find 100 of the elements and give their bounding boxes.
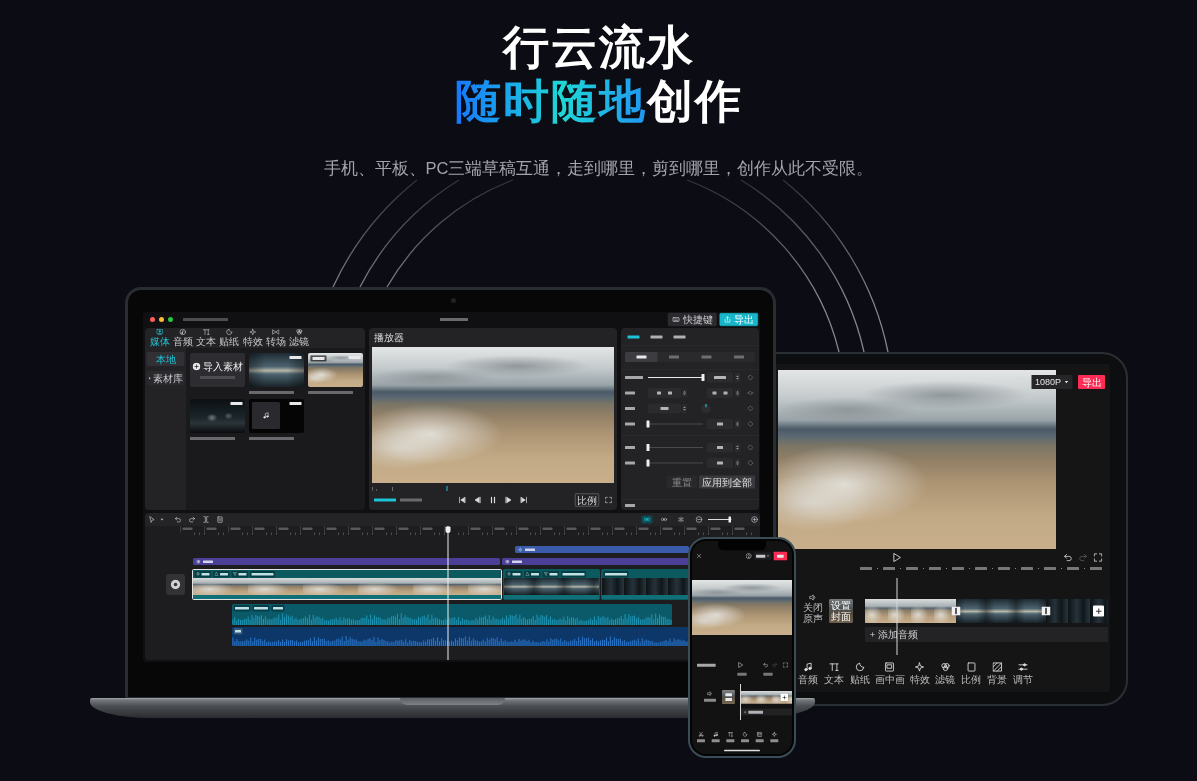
toolbar-button[interactable]: 特效 xyxy=(908,662,931,685)
blurred-text xyxy=(625,375,643,379)
added-badge xyxy=(310,355,327,362)
cover-button[interactable]: 设置封面 xyxy=(829,599,853,623)
audio-clip[interactable] xyxy=(232,604,672,625)
tagline: 手机、平板、PC三端草稿互通，走到哪里，剪到哪里，创作从此不受限。 xyxy=(323,158,874,178)
sidebar-item[interactable]: 素材库 xyxy=(146,371,185,385)
caret-down-icon xyxy=(766,554,770,558)
video-thumbnail-strip xyxy=(741,691,792,704)
action-button[interactable]: 应用到全部 xyxy=(699,475,755,489)
video-clip[interactable] xyxy=(503,569,600,600)
import-button[interactable]: 导入素材 xyxy=(190,353,245,387)
stepper-icon[interactable] xyxy=(735,372,740,382)
value-field[interactable] xyxy=(648,387,681,398)
zoom-handle[interactable] xyxy=(728,516,731,523)
clip-tag xyxy=(233,627,243,635)
stepper-icon[interactable] xyxy=(682,403,687,413)
rotation-dial-icon[interactable] xyxy=(701,403,711,414)
filter-clip[interactable] xyxy=(502,558,689,565)
blurred-text xyxy=(374,498,396,502)
toggle-button[interactable] xyxy=(641,515,653,524)
toolbar-button[interactable]: 文本 xyxy=(822,662,845,685)
video-thumbnail[interactable] xyxy=(190,399,245,433)
resolution-dropdown[interactable] xyxy=(754,552,771,560)
toolbar-button[interactable]: 背景 xyxy=(986,662,1009,685)
blurred-text xyxy=(625,445,635,449)
panel-title: 播放器 xyxy=(374,331,404,343)
slider-handle[interactable] xyxy=(701,373,705,381)
sidebar-item[interactable]: 本地 xyxy=(146,352,185,366)
toolbar-button[interactable]: 调节 xyxy=(1012,662,1035,685)
blurred-text xyxy=(183,318,228,321)
stepper-icon[interactable] xyxy=(735,458,740,468)
minimize-dot-icon[interactable] xyxy=(159,317,164,322)
toolbar-button[interactable]: 画中画 xyxy=(874,662,905,685)
stepper-icon[interactable] xyxy=(735,388,740,398)
slider-handle[interactable] xyxy=(646,420,650,428)
clip-tag xyxy=(561,570,586,578)
blurred-text xyxy=(704,698,716,702)
slider-handle[interactable] xyxy=(646,459,650,467)
video-thumbnail[interactable] xyxy=(308,353,363,387)
toolbar-button[interactable]: 比例 xyxy=(960,662,983,685)
toolbar-button[interactable]: 滤镜 xyxy=(934,662,957,685)
transition-icon[interactable] xyxy=(951,606,961,616)
value-field[interactable] xyxy=(707,457,733,468)
media-tab[interactable]: 贴纸 xyxy=(217,328,241,348)
plus-circle-icon xyxy=(192,362,201,371)
add-clip-button[interactable] xyxy=(780,693,788,701)
webcam-icon xyxy=(451,298,456,303)
media-tab[interactable]: 特效 xyxy=(241,328,265,348)
resolution-dropdown[interactable]: 1080P xyxy=(1031,375,1073,389)
effect-clip[interactable] xyxy=(515,546,689,553)
slider-handle[interactable] xyxy=(646,443,650,451)
value-field[interactable] xyxy=(707,387,733,398)
toolbar-button[interactable]: 贴纸 xyxy=(848,662,871,685)
time-ruler xyxy=(737,671,773,677)
home-indicator xyxy=(724,749,760,752)
blurred-text xyxy=(249,437,294,440)
value-field[interactable] xyxy=(707,418,733,429)
caret-right-icon xyxy=(148,376,152,380)
shortcut-button[interactable]: 快捷键 xyxy=(668,313,717,326)
value-field[interactable] xyxy=(648,403,681,414)
media-tab[interactable]: 文本 xyxy=(194,328,218,348)
blurred-text xyxy=(625,391,635,395)
video-clip[interactable] xyxy=(601,569,689,600)
export-button[interactable] xyxy=(773,551,787,561)
blurred-text xyxy=(625,406,635,410)
stepper-icon[interactable] xyxy=(682,388,687,398)
blurred-text xyxy=(440,318,468,321)
blurred-text xyxy=(190,437,235,440)
blurred-text xyxy=(249,391,294,394)
close-dot-icon[interactable] xyxy=(150,317,155,322)
add-audio-button[interactable] xyxy=(741,708,792,716)
toolbar-button[interactable]: 音频 xyxy=(797,662,819,685)
stepper-icon[interactable] xyxy=(735,442,740,452)
add-audio-button[interactable]: 添加音频 xyxy=(865,627,1108,642)
blurred-text xyxy=(625,422,635,426)
media-tab[interactable]: 转场 xyxy=(264,328,288,348)
blurred-text xyxy=(308,391,353,394)
add-clip-button[interactable] xyxy=(1093,605,1104,617)
cover-button[interactable] xyxy=(722,690,735,704)
phone-notch xyxy=(718,541,766,551)
audio-clip[interactable] xyxy=(232,627,689,646)
segment-tab[interactable] xyxy=(625,352,658,362)
value-field[interactable] xyxy=(707,372,733,383)
transition-icon[interactable] xyxy=(1041,606,1051,616)
cover-button[interactable] xyxy=(166,574,185,595)
export-button[interactable]: 导出 xyxy=(1078,375,1105,389)
clip-tag xyxy=(250,570,275,578)
audio-thumbnail[interactable] xyxy=(249,399,304,433)
mute-button[interactable]: 关闭原声 xyxy=(802,594,824,624)
media-tab[interactable]: 媒体 xyxy=(148,328,172,348)
value-field[interactable] xyxy=(707,442,733,453)
blurred-text xyxy=(625,504,635,507)
stepper-icon[interactable] xyxy=(735,419,740,429)
media-tab[interactable]: 滤镜 xyxy=(287,328,311,348)
media-tab[interactable]: 音频 xyxy=(171,328,195,348)
filter-clip[interactable] xyxy=(193,558,500,565)
disc-icon xyxy=(170,579,181,590)
video-thumbnail[interactable] xyxy=(249,353,304,387)
maximize-dot-icon[interactable] xyxy=(168,317,173,322)
